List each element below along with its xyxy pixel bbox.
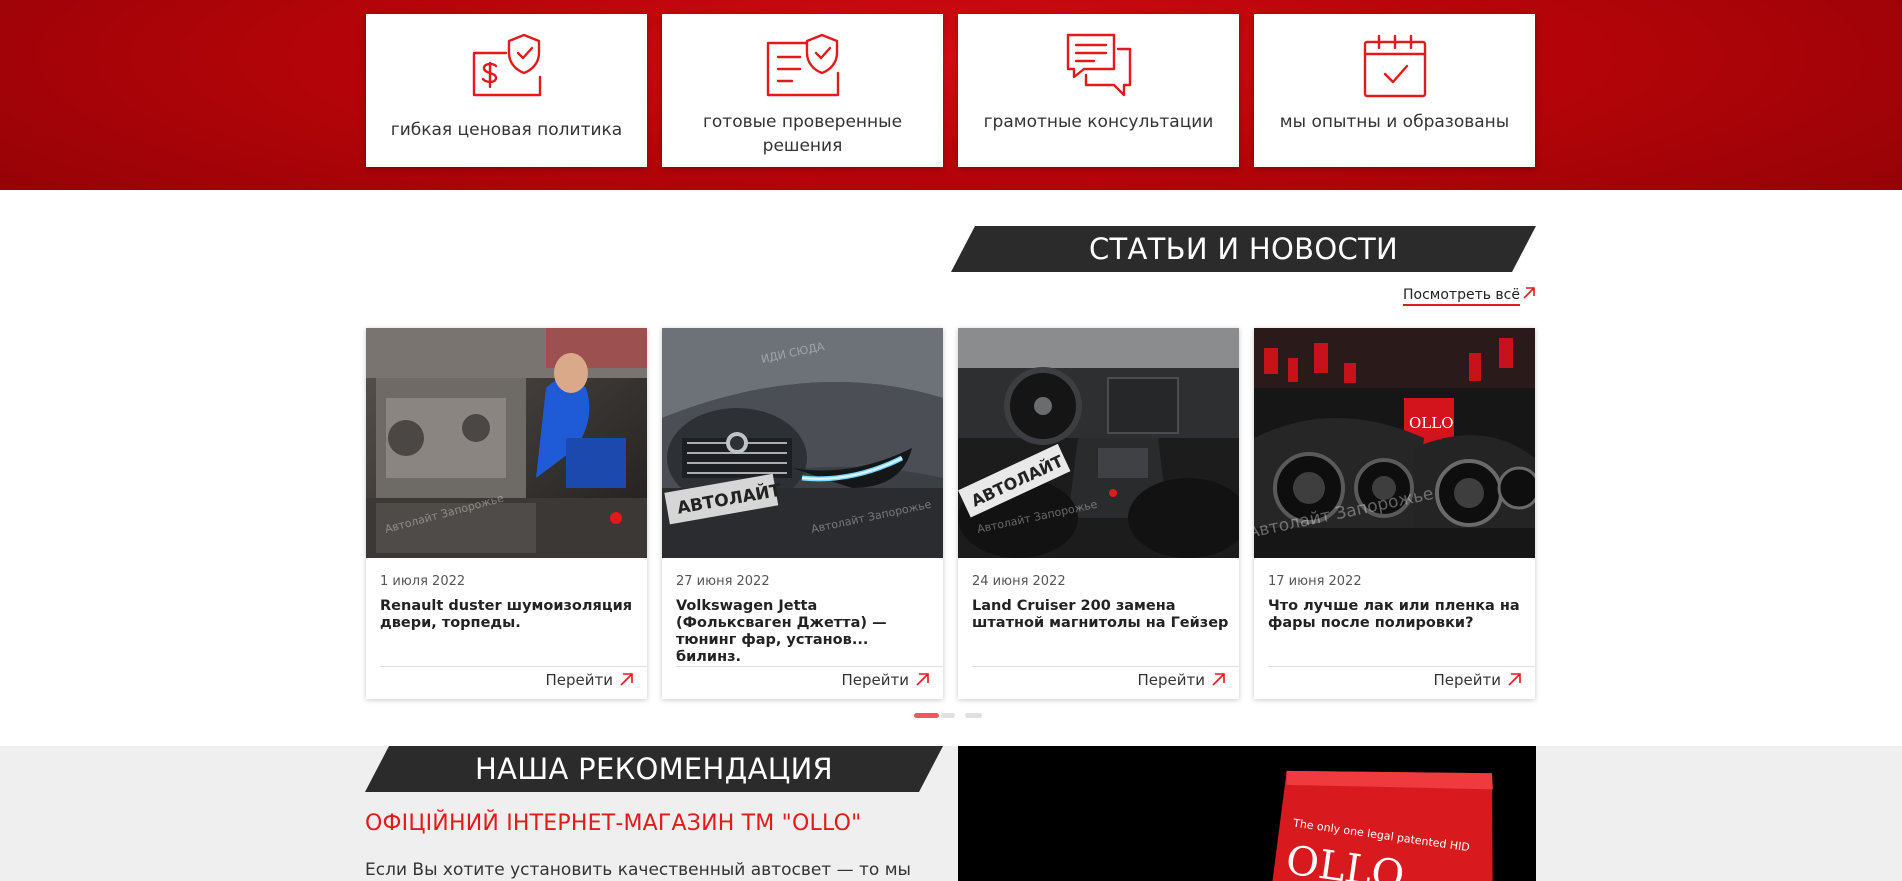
slider-dot[interactable] [965,713,982,718]
news-date: 27 июня 2022 [676,574,770,589]
news-card[interactable]: АВТОЛАЙТ Автолайт Запорожье 24 июня 2022… [958,328,1239,699]
arrow-up-right-icon[interactable] [619,672,634,687]
news-go-link[interactable]: Перейти [1434,671,1502,689]
advantage-label: гибкая ценовая политика [390,120,623,140]
news-date: 1 июля 2022 [380,574,466,589]
image-box-text: OLLO [1409,414,1454,432]
divider [972,666,1239,667]
divider [1268,666,1535,667]
slider-pagination [914,713,984,719]
slider-dot-active[interactable] [914,713,939,718]
arrow-up-right-icon[interactable] [1211,672,1226,687]
news-title-text: СТАТЬИ И НОВОСТИ [1088,232,1399,266]
advantage-label: мы опытны и образованы [1279,112,1510,132]
recommendation-band [0,746,1902,881]
news-date: 24 июня 2022 [972,574,1066,589]
view-all-link[interactable]: Посмотреть всё [1403,287,1520,306]
advantage-label: готовые проверенные решения [702,112,903,156]
advantages-band [0,0,1902,190]
news-card[interactable]: Автолайт Запорожье 1 июля 2022 Renault d… [366,328,647,699]
divider [380,666,647,667]
divider [676,666,943,667]
news-card[interactable]: OLLO Автолайт Запорожье 17 июня 2022 Что… [1254,328,1535,699]
news-image[interactable]: АВТОЛАЙТ Автолайт Запорожье ИДИ СЮДА [662,328,943,558]
recommendation-image[interactable]: The only one legal patented HID OLLO [958,746,1536,881]
arrow-up-right-icon[interactable] [1507,672,1522,687]
news-go-link[interactable]: Перейти [1138,671,1206,689]
news-title[interactable]: Что лучше лак или пленка на фары после п… [1268,598,1526,632]
news-section-title: СТАТЬИ И НОВОСТИ [951,226,1536,272]
arrow-up-right-icon[interactable] [1522,286,1536,300]
recommendation-text: Если Вы хотите установить качественный а… [365,860,911,880]
advantage-card-solutions: готовые проверенные решения [662,14,943,167]
news-date: 17 июня 2022 [1268,574,1362,589]
recommendation-title-text: НАША РЕКОМЕНДАЦИЯ [474,752,834,786]
advantage-card-consulting: грамотные консультации [958,14,1239,167]
advantage-label: грамотные консультации [983,112,1214,132]
news-go-link[interactable]: Перейти [842,671,910,689]
advantage-card-pricing: гибкая ценовая политика [366,14,647,167]
chat-bubbles-icon [1059,28,1139,104]
recommendation-heading: ОФІЦІЙНИЙ ІНТЕРНЕТ-МАГАЗИН ТМ "OLLO" [365,811,862,836]
news-image[interactable]: Автолайт Запорожье [366,328,647,558]
news-title[interactable]: Volkswagen Jetta (Фольксваген Джетта) — … [676,598,934,666]
advantage-card-experience: мы опытны и образованы [1254,14,1535,167]
slider-dot[interactable] [941,713,955,718]
news-image[interactable]: OLLO Автолайт Запорожье [1254,328,1535,558]
calendar-check-icon [1355,28,1435,104]
news-go-link[interactable]: Перейти [546,671,614,689]
recommendation-section-title: НАША РЕКОМЕНДАЦИЯ [365,746,943,792]
news-image[interactable]: АВТОЛАЙТ Автолайт Запорожье [958,328,1239,558]
news-title[interactable]: Renault duster шумоизоляция двери, торпе… [380,598,638,632]
news-card[interactable]: АВТОЛАЙТ Автолайт Запорожье ИДИ СЮДА 27 … [662,328,943,699]
dollar-shield-icon [467,28,547,104]
document-shield-icon [763,28,843,104]
arrow-up-right-icon[interactable] [915,672,930,687]
news-title[interactable]: Land Cruiser 200 замена штатной магнитол… [972,598,1230,632]
